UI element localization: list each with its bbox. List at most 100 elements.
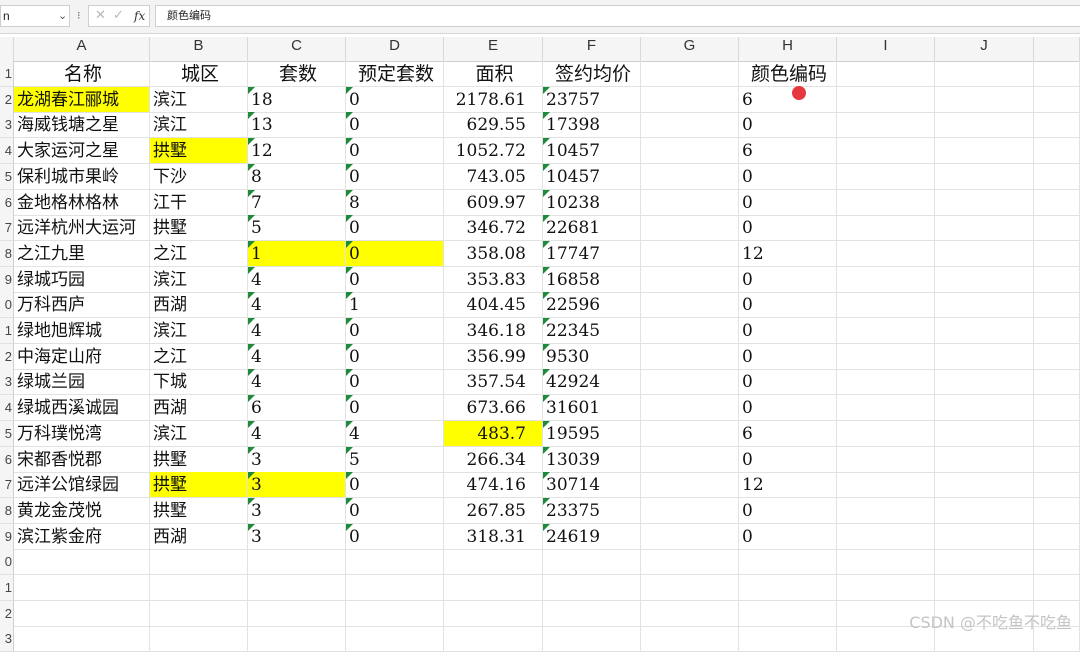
row-number[interactable]: 8 [0,497,14,524]
cell-h[interactable]: 0 [739,292,837,319]
more-options-icon[interactable]: ⁝ [77,9,81,22]
cell-h[interactable]: 6 [739,138,837,165]
cell-i[interactable] [837,472,935,499]
column-header-b[interactable]: B [150,37,248,61]
cell-g[interactable] [641,318,739,344]
row-number[interactable]: 1 [0,61,14,87]
cell-k[interactable] [1034,497,1080,524]
column-header-d[interactable]: D [346,37,444,61]
cell-g[interactable] [641,61,739,87]
cell-h[interactable] [739,549,837,576]
cell-b[interactable]: 城区 [150,61,248,87]
cell-i[interactable] [837,240,935,267]
cell-a[interactable]: 保利城市果岭 [14,163,150,190]
cell-i[interactable] [837,549,935,576]
cell-j[interactable] [935,112,1034,139]
cell-c[interactable]: 4 [248,266,346,293]
cell-f[interactable]: 13039 [543,446,641,473]
cell-g[interactable] [641,600,739,627]
cell-f[interactable]: 10457 [543,138,641,165]
cell-k[interactable] [1034,163,1080,190]
column-header-i[interactable]: I [837,37,935,61]
cell-d[interactable]: 8 [346,189,444,216]
row-number[interactable]: 9 [0,266,14,293]
formula-input[interactable]: 颜色编码 [155,5,1080,27]
cell-f[interactable] [543,575,641,601]
cell-b[interactable]: 拱墅 [150,138,248,165]
cell-i[interactable] [837,112,935,139]
cell-b[interactable]: 滨江 [150,86,248,113]
cell-d[interactable]: 4 [346,420,444,447]
cell-j[interactable] [935,240,1034,267]
cell-h[interactable]: 0 [739,369,837,396]
cell-b[interactable]: 滨江 [150,266,248,293]
column-header-g[interactable]: G [641,37,739,61]
cell-h[interactable] [739,575,837,601]
cell-k[interactable] [1034,189,1080,216]
select-all-corner[interactable] [0,37,14,61]
cell-j[interactable] [935,189,1034,216]
cell-e[interactable]: 318.31 [444,523,543,550]
cell-e[interactable]: 346.18 [444,318,543,344]
cell-e[interactable]: 483.7 [444,420,543,447]
cell-e[interactable]: 358.08 [444,240,543,267]
cell-d[interactable]: 0 [346,343,444,370]
cell-i[interactable] [837,395,935,422]
cell-a[interactable]: 宋都香悦郡 [14,446,150,473]
cell-h[interactable] [739,626,837,652]
cell-j[interactable] [935,369,1034,396]
cell-f[interactable]: 16858 [543,266,641,293]
cell-b[interactable]: 之江 [150,240,248,267]
column-header-e[interactable]: E [444,37,543,61]
cell-h[interactable]: 6 [739,420,837,447]
cell-d[interactable]: 预定套数 [346,61,444,87]
cell-f[interactable]: 23757 [543,86,641,113]
cell-d[interactable]: 0 [346,163,444,190]
cell-k[interactable] [1034,240,1080,267]
cell-d[interactable] [346,575,444,601]
cell-d[interactable]: 0 [346,369,444,396]
cell-e[interactable]: 353.83 [444,266,543,293]
cell-i[interactable] [837,86,935,113]
cell-g[interactable] [641,163,739,190]
cell-b[interactable]: 下沙 [150,163,248,190]
cell-h[interactable]: 6 [739,86,837,113]
cell-f[interactable]: 17747 [543,240,641,267]
cell-k[interactable] [1034,343,1080,370]
cell-h[interactable]: 0 [739,446,837,473]
row-number[interactable]: 9 [0,523,14,550]
row-number[interactable]: 3 [0,112,14,139]
cell-e[interactable]: 2178.61 [444,86,543,113]
cell-f[interactable]: 10457 [543,163,641,190]
cell-a[interactable]: 名称 [14,61,150,87]
row-number[interactable]: 6 [0,446,14,473]
cell-b[interactable] [150,549,248,576]
cell-f[interactable]: 22596 [543,292,641,319]
cell-e[interactable]: 346.72 [444,215,543,242]
cell-e[interactable] [444,600,543,627]
cell-b[interactable]: 滨江 [150,420,248,447]
cell-d[interactable]: 1 [346,292,444,319]
cell-d[interactable]: 0 [346,523,444,550]
cancel-icon[interactable]: ✕ [95,8,106,24]
cell-c[interactable]: 4 [248,292,346,319]
cell-k[interactable] [1034,446,1080,473]
cell-f[interactable]: 9530 [543,343,641,370]
cell-i[interactable] [837,266,935,293]
cell-e[interactable]: 1052.72 [444,138,543,165]
cell-a[interactable]: 海威钱塘之星 [14,112,150,139]
cell-e[interactable] [444,626,543,652]
cell-a[interactable]: 万科璞悦湾 [14,420,150,447]
row-number[interactable]: 3 [0,626,14,652]
cell-k[interactable] [1034,292,1080,319]
cell-g[interactable] [641,189,739,216]
cell-j[interactable] [935,86,1034,113]
cell-d[interactable]: 0 [346,112,444,139]
cell-c[interactable]: 3 [248,446,346,473]
row-number[interactable]: 1 [0,318,14,344]
cell-k[interactable] [1034,138,1080,165]
cell-e[interactable]: 629.55 [444,112,543,139]
cell-g[interactable] [641,369,739,396]
cell-k[interactable] [1034,575,1080,601]
cell-h[interactable]: 0 [739,163,837,190]
